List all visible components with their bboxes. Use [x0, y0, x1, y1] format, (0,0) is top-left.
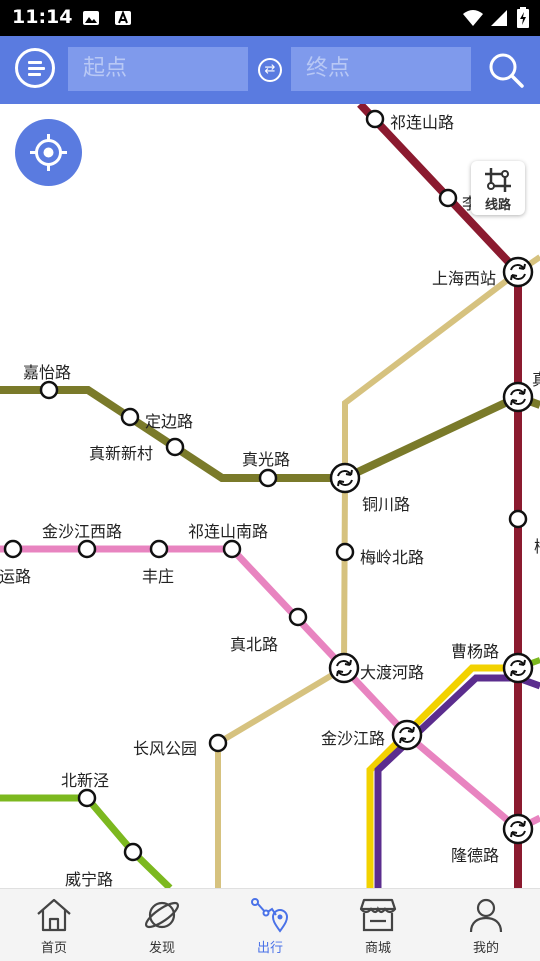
- station-label: 金沙江路: [321, 729, 386, 748]
- station-label: 丰庄: [142, 567, 175, 586]
- station-label: 大渡河路: [360, 663, 425, 682]
- tab-mall-label: 商城: [364, 941, 391, 956]
- station-dingbian-lu[interactable]: [120, 407, 140, 427]
- station-zhenbei-lu[interactable]: [288, 607, 308, 627]
- menu-icon-line: [28, 67, 45, 70]
- station-li[interactable]: [438, 188, 458, 208]
- station-yun-lu[interactable]: [3, 539, 23, 559]
- station-meiling-north[interactable]: [335, 542, 355, 562]
- station-label: 北新泾: [61, 771, 110, 790]
- signal-icon: [491, 10, 507, 26]
- tab-home-label: 首页: [40, 941, 67, 956]
- interchange-dadu-he-lu[interactable]: [328, 652, 360, 684]
- route-search-bar: 起点 ⇄ 终点: [0, 36, 540, 104]
- interchange-zhen[interactable]: [502, 381, 534, 413]
- end-point-input[interactable]: 终点: [291, 47, 471, 91]
- station-label: 祁连山南路: [188, 522, 269, 541]
- tab-discover[interactable]: 发现: [108, 889, 216, 961]
- route-lines-label: 线路: [484, 198, 511, 213]
- search-icon[interactable]: [487, 51, 525, 89]
- route-map-icon: [251, 898, 289, 933]
- start-point-input[interactable]: 起点: [68, 47, 248, 91]
- tab-mall[interactable]: 商城: [324, 889, 432, 961]
- locate-button[interactable]: [15, 119, 82, 186]
- station-zhenxin-xincun[interactable]: [165, 437, 185, 457]
- station-label: 金沙江西路: [42, 522, 123, 541]
- crop-lines-icon: [485, 168, 511, 192]
- menu-icon-line: [28, 73, 41, 76]
- station-label: 曹杨路: [451, 642, 500, 661]
- status-time: 11:14: [12, 6, 73, 28]
- station-fengzhuang[interactable]: [149, 539, 169, 559]
- station-label: 真: [532, 366, 540, 390]
- station-label: 祁连山路: [390, 113, 455, 132]
- interchange-shanghai-west[interactable]: [502, 256, 534, 288]
- tab-profile[interactable]: 我的: [432, 889, 540, 961]
- swap-icon[interactable]: ⇄: [258, 58, 282, 82]
- station-label: 长风公园: [133, 739, 198, 758]
- station-label: 隆德路: [451, 846, 500, 865]
- station-weining-lu[interactable]: [123, 842, 143, 862]
- bottom-navigation: 首页 发现 出行 商城 我的: [0, 888, 540, 961]
- interchange-tongchuan-lu[interactable]: [329, 462, 361, 494]
- tab-travel[interactable]: 出行: [216, 889, 324, 961]
- station-label: 嘉怡路: [23, 363, 72, 382]
- station-label: 真北路: [230, 635, 279, 654]
- station-label: 真光路: [242, 450, 291, 469]
- station-label: 梅: [534, 533, 540, 557]
- station-qilianshan-lu[interactable]: [365, 109, 385, 129]
- font-notification-icon: [115, 10, 131, 25]
- home-icon: [37, 898, 71, 932]
- tab-profile-label: 我的: [472, 941, 499, 956]
- station-label: 梅岭北路: [360, 548, 425, 567]
- station-jinshajiang-west[interactable]: [77, 539, 97, 559]
- station-label: 运路: [0, 567, 32, 586]
- planet-icon: [144, 901, 180, 929]
- menu-icon-line: [28, 61, 42, 64]
- user-icon: [469, 898, 503, 933]
- metro-line-tan-lower: [215, 665, 346, 888]
- interchange-jinshajiang-lu[interactable]: [391, 719, 423, 751]
- station-label: 定边路: [145, 412, 194, 431]
- metro-map[interactable]: 祁连山路 李 上海西站 真 嘉怡路 定边路 真新新村 真光路 铜川路 梅 金沙江…: [0, 104, 540, 888]
- tab-travel-label: 出行: [256, 941, 283, 956]
- station-beixinjing[interactable]: [77, 788, 97, 808]
- interchange-caoyang-lu[interactable]: [502, 652, 534, 684]
- station-mei[interactable]: [508, 509, 528, 529]
- station-label: 上海西站: [432, 269, 497, 288]
- station-jiayi-lu[interactable]: [39, 380, 59, 400]
- battery-icon: [517, 7, 529, 28]
- station-qilianshan-south[interactable]: [222, 539, 242, 559]
- status-bar: 11:14: [0, 0, 540, 36]
- station-label: 铜川路: [362, 495, 411, 514]
- station-zhenguang-lu[interactable]: [258, 468, 278, 488]
- station-label: 威宁路: [65, 870, 114, 888]
- wifi-icon: [463, 10, 483, 26]
- menu-button[interactable]: [15, 48, 55, 88]
- tab-discover-label: 发现: [148, 941, 175, 956]
- store-icon: [359, 898, 397, 932]
- station-label: 真新新村: [89, 444, 154, 463]
- station-changfeng-park[interactable]: [208, 733, 228, 753]
- route-lines-button[interactable]: 线路: [471, 161, 525, 215]
- locate-icon: [30, 134, 67, 171]
- image-notification-icon: [83, 11, 99, 25]
- interchange-longde-lu[interactable]: [502, 813, 534, 845]
- tab-home[interactable]: 首页: [0, 889, 108, 961]
